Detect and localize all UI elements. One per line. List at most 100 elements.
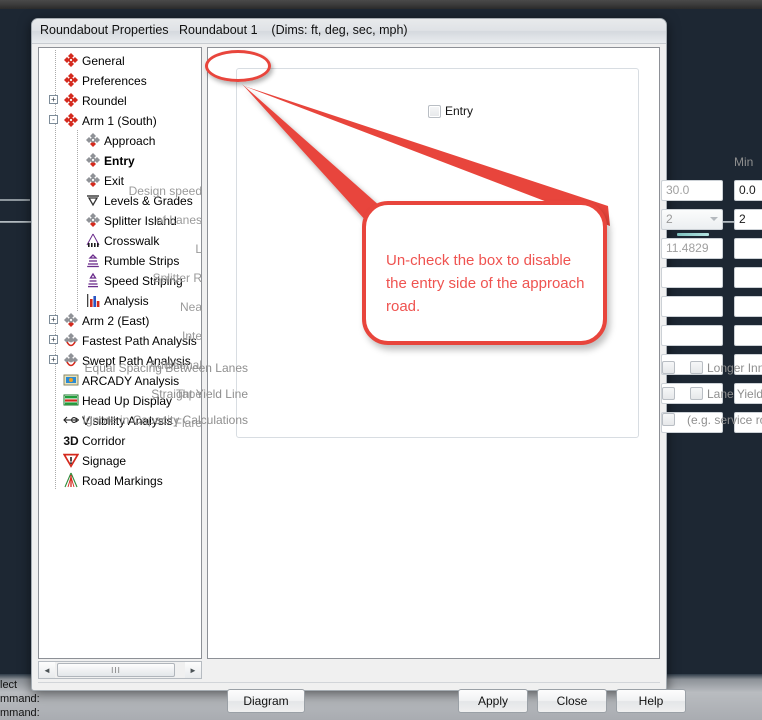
properties-content-pane: Design speed30.00.030.0of Lanes22L11.482… — [83, 47, 762, 659]
roundabout-properties-dialog: Roundabout Properties Roundabout 1 (Dims… — [31, 18, 762, 713]
tree-item-analysis[interactable]: Analysis — [39, 290, 201, 310]
close-button[interactable]: Close — [537, 689, 607, 713]
tree-item-arm-1-south[interactable]: - Arm 1 (South) — [39, 110, 201, 130]
tree-item-label: Entry — [104, 153, 135, 168]
tree-item-approach[interactable]: Approach — [39, 130, 201, 150]
entry-group-box: Design speed30.00.030.0of Lanes22L11.482… — [83, 68, 762, 438]
form-row-1: of Lanes 2 2 — [156, 208, 762, 237]
check-row-2: Ignore in Capacity Calculations (e.g. ser… — [83, 409, 762, 435]
checkbox-primary[interactable] — [662, 387, 675, 400]
tree-item-road-markings[interactable]: Road Markings — [39, 470, 201, 490]
dialog-title-bar[interactable]: Roundabout Properties Roundabout 1 (Dims… — [32, 19, 666, 44]
field-value-input[interactable] — [661, 325, 723, 346]
field-min-input[interactable]: 0.0 — [734, 180, 762, 201]
lanes-select-value: 2 — [666, 212, 673, 226]
navigation-tree-panel[interactable]: General Preferences + Roundel - Arm 1 (South)… — [38, 47, 202, 659]
scrollbar-track[interactable] — [177, 662, 185, 678]
form-row-4: Nea — [180, 295, 762, 324]
checkbox-label-secondary: Longer Inner Lane Line — [707, 361, 762, 375]
expand-icon[interactable]: + — [49, 315, 58, 324]
footer-divider — [38, 682, 660, 683]
field-value-input[interactable]: 11.4829 — [661, 238, 723, 259]
node-red-diamond-icon — [63, 112, 79, 128]
checkbox-secondary[interactable] — [690, 387, 703, 400]
entry-enable-checkbox[interactable] — [428, 104, 441, 118]
rumble-strips-icon — [85, 252, 101, 268]
expand-icon[interactable]: + — [49, 335, 58, 344]
scroll-left-arrow-icon[interactable]: ◄ — [39, 662, 55, 678]
entry-enable-checkbox-row[interactable]: Entry — [424, 104, 478, 118]
expand-icon[interactable]: + — [49, 355, 58, 364]
tree-item-label: Road Markings — [82, 473, 163, 488]
svg-text:3D: 3D — [63, 434, 79, 448]
field-label: Nea — [179, 300, 202, 314]
visibility-icon — [63, 412, 80, 428]
field-min-input[interactable] — [734, 325, 762, 346]
field-value-input[interactable]: 30.0 — [661, 180, 723, 201]
tree-item-corridor[interactable]: 3D Corridor — [39, 430, 201, 450]
tree-item-label: Signage — [82, 453, 127, 468]
field-label: of Lanes — [155, 213, 202, 227]
field-min-input[interactable]: 2 — [734, 209, 762, 230]
tree-horizontal-scrollbar[interactable]: ◄ III ► — [38, 661, 202, 679]
tree-item-label: Exit — [104, 173, 125, 188]
field-min-input[interactable] — [734, 238, 762, 259]
scrollbar-thumb[interactable]: III — [57, 663, 175, 677]
tree-item-fastest-path-analysis[interactable]: + Fastest Path Analysis — [39, 330, 201, 350]
node-red-diamond-icon — [63, 52, 79, 68]
tree-item-label: Arm 2 (East) — [82, 313, 150, 328]
path-analysis-icon — [63, 332, 79, 348]
tree-item-label: Approach — [104, 133, 156, 148]
field-value-input[interactable] — [661, 267, 723, 288]
tree-item-label: Crosswalk — [104, 233, 160, 248]
apply-button[interactable]: Apply — [458, 689, 528, 713]
form-row-3: Splitter R — [153, 266, 762, 295]
scroll-right-arrow-icon[interactable]: ► — [185, 662, 201, 678]
3d-icon: 3D — [63, 432, 79, 448]
tree-item-label: ARCADY Analysis — [82, 373, 180, 388]
checkbox-primary[interactable] — [662, 413, 675, 426]
field-min-input[interactable] — [734, 296, 762, 317]
checkbox-secondary[interactable] — [690, 361, 703, 374]
speed-striping-icon — [85, 272, 101, 288]
checkbox-primary[interactable] — [662, 361, 675, 374]
check-row-0: Equal Spacing Between Lanes Longer Inner … — [85, 357, 762, 383]
checkbox-label-secondary: (e.g. service road) — [687, 413, 762, 427]
bar-chart-icon — [85, 292, 101, 308]
chevron-down-icon[interactable] — [710, 217, 718, 221]
tree-item-rumble-strips[interactable]: Rumble Strips — [39, 250, 201, 270]
tree-item-signage[interactable]: Signage — [39, 450, 201, 470]
help-button[interactable]: Help — [616, 689, 686, 713]
tree-item-entry[interactable]: Entry — [39, 150, 201, 170]
column-header-min: Min — [734, 155, 754, 169]
field-min-input[interactable] — [734, 267, 762, 288]
tree-item-label: General — [82, 53, 125, 68]
lanes-select[interactable]: 2 — [661, 209, 723, 230]
node-gray-diamond-icon — [85, 132, 101, 148]
diagram-button[interactable]: Diagram — [227, 689, 305, 713]
node-gray-diamond-icon — [85, 212, 101, 228]
tree-item-crosswalk[interactable]: Crosswalk — [39, 230, 201, 250]
form-row-2: L 11.4829 — [195, 237, 762, 266]
node-gray-diamond-icon — [85, 152, 101, 168]
field-label: L — [195, 242, 202, 256]
collapse-icon[interactable]: - — [49, 115, 58, 124]
checkbox-label-primary: Straight Yield Line — [151, 387, 248, 401]
field-value-input[interactable] — [661, 296, 723, 317]
dialog-title: Roundabout Properties Roundabout 1 (Dims… — [40, 23, 408, 37]
cad-road-line-left — [0, 199, 30, 201]
node-red-diamond-icon — [63, 72, 79, 88]
expand-icon[interactable]: + — [49, 95, 58, 104]
tree-item-arm-2-east[interactable]: + Arm 2 (East) — [39, 310, 201, 330]
tree-item-general[interactable]: General — [39, 50, 201, 70]
signage-warning-icon — [62, 452, 80, 468]
node-red-diamond-icon — [63, 92, 79, 108]
road-markings-icon — [63, 472, 79, 488]
tree-item-label: Arm 1 (South) — [82, 113, 157, 128]
tree-item-preferences[interactable]: Preferences — [39, 70, 201, 90]
form-row-5: Inte — [182, 324, 762, 353]
form-row-0: Design speed30.00.030.0 — [129, 179, 762, 208]
app-top-toolbar-strip — [0, 0, 762, 9]
tree-item-roundel[interactable]: + Roundel — [39, 90, 201, 110]
checkbox-label-secondary: Lane Yield Line — [707, 387, 762, 401]
